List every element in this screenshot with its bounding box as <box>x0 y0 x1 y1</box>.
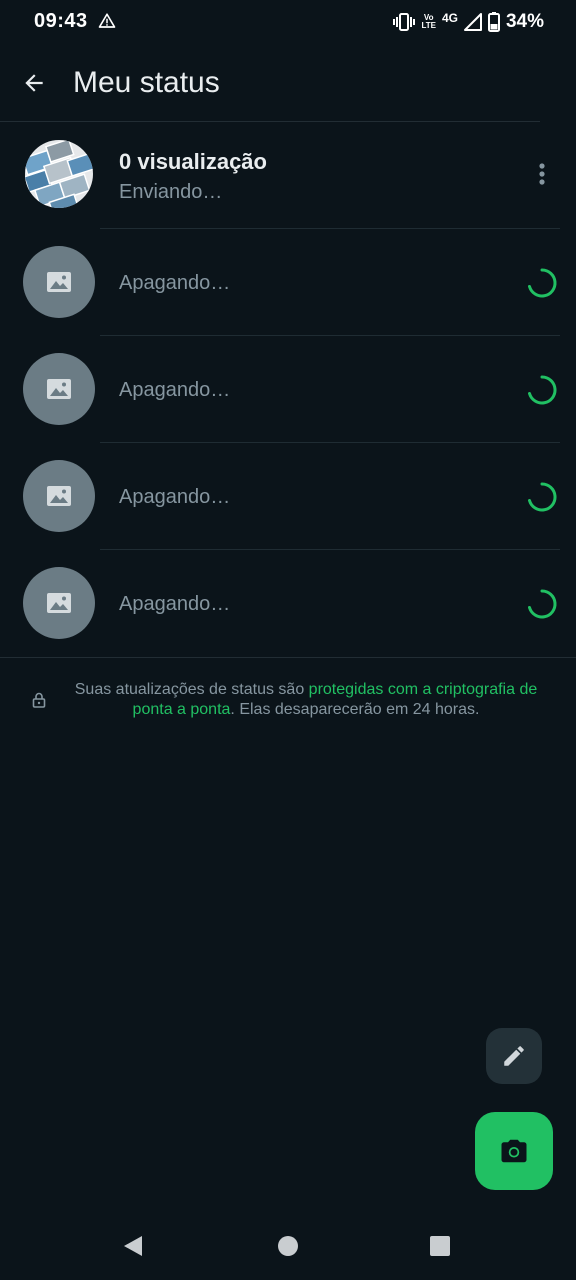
deleting-status-row[interactable]: Apagando… <box>0 550 576 657</box>
section-divider <box>0 657 576 658</box>
status-thumbnail[interactable] <box>25 140 93 208</box>
image-placeholder-icon <box>47 272 71 292</box>
more-vert-icon <box>539 163 545 185</box>
image-placeholder-icon <box>47 486 71 506</box>
status-placeholder-avatar <box>23 460 95 532</box>
deleting-status-row[interactable]: Apagando… <box>0 443 576 550</box>
status-bar-right: Vo LTE 4G 34% <box>393 10 544 34</box>
vibrate-icon <box>393 13 416 31</box>
encryption-note-text: Suas atualizações de status são protegid… <box>60 680 552 720</box>
my-status-row[interactable]: 0 visualização Enviando… <box>0 122 576 229</box>
nav-recents-icon <box>430 1236 450 1256</box>
text-status-button[interactable] <box>486 1028 542 1084</box>
lock-icon <box>32 692 46 708</box>
deleting-label: Apagando… <box>119 272 231 294</box>
camera-icon <box>501 1139 527 1163</box>
nav-recents-button[interactable] <box>426 1232 454 1260</box>
status-bar: 09:43 Vo LTE 4G 34% <box>0 0 576 44</box>
page-title: Meu status <box>73 66 220 99</box>
nav-home-button[interactable] <box>274 1232 302 1260</box>
views-count: 0 visualização <box>119 149 267 174</box>
image-placeholder-icon <box>47 379 71 399</box>
back-button[interactable] <box>14 63 54 103</box>
loading-spinner-icon <box>528 268 557 298</box>
upload-state: Enviando… <box>119 181 223 203</box>
encryption-note-prefix: Suas atualizações de status são <box>74 681 309 698</box>
loading-spinner-icon <box>528 375 557 405</box>
battery-icon <box>487 12 500 32</box>
status-placeholder-avatar <box>23 246 95 318</box>
battery-percent: 34% <box>505 11 544 32</box>
deleting-status-row[interactable]: Apagando… <box>0 336 576 443</box>
nav-home-icon <box>278 1236 298 1256</box>
signal-icon <box>463 13 482 31</box>
deleting-label: Apagando… <box>119 593 231 615</box>
network-type-label: 4G <box>441 11 458 25</box>
deleting-label: Apagando… <box>119 486 231 508</box>
deleting-label: Apagando… <box>119 379 231 401</box>
loading-spinner-icon <box>528 589 557 619</box>
status-placeholder-avatar <box>23 567 95 639</box>
arrow-back-icon <box>25 74 43 92</box>
volte-bottom-label: LTE <box>421 21 436 30</box>
status-placeholder-avatar <box>23 353 95 425</box>
status-bar-time: 09:43 <box>34 10 88 32</box>
deleting-status-row[interactable]: Apagando… <box>0 229 576 336</box>
warning-triangle-icon <box>98 13 116 28</box>
status-list: 0 visualização Enviando… Apagando… Apaga… <box>0 122 576 657</box>
camera-button[interactable] <box>475 1112 553 1190</box>
nav-back-icon <box>124 1236 142 1256</box>
image-placeholder-icon <box>47 593 71 613</box>
pencil-icon <box>504 1046 524 1066</box>
encryption-note-suffix: . Elas desaparecerão em 24 horas. <box>230 701 480 718</box>
volte-indicator: Vo LTE <box>421 14 436 30</box>
screen: 09:43 Vo LTE 4G 34% Meu status 0 visuali… <box>0 0 576 1280</box>
nav-back-button[interactable] <box>119 1232 147 1260</box>
system-nav-bar <box>0 1210 576 1280</box>
loading-spinner-icon <box>528 482 557 512</box>
status-thumbnail-image <box>25 140 93 208</box>
more-options-button[interactable] <box>524 156 560 192</box>
app-bar: Meu status <box>0 44 576 122</box>
